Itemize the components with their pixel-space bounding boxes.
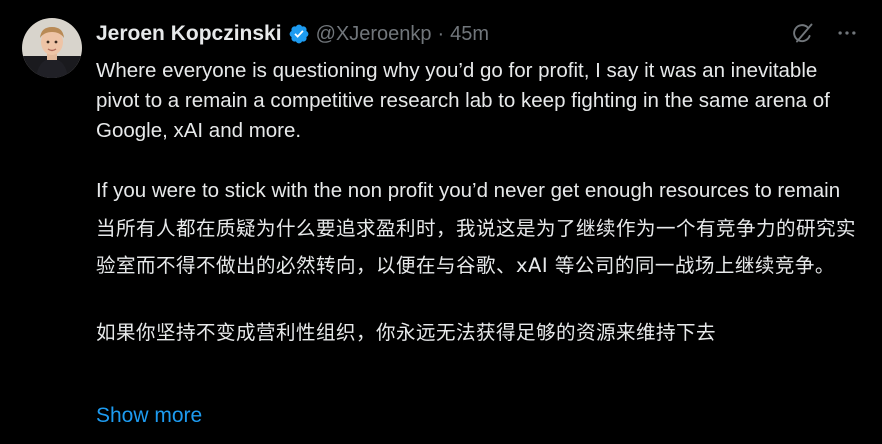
tweet-content: Jeroen Kopczinski @XJeroenkp · 45m Where… — [96, 18, 860, 351]
timestamp[interactable]: 45m — [450, 23, 489, 46]
translation-block: 当所有人都在质疑为什么要追求盈利时，我说这是为了继续作为一个有竞争力的研究实验室… — [96, 210, 860, 351]
show-more-link[interactable]: Show more — [96, 404, 202, 428]
tweet-actions — [790, 20, 860, 46]
tweet-header: Jeroen Kopczinski @XJeroenkp · 45m — [96, 18, 860, 50]
tweet-paragraph: If you were to stick with the non profit… — [96, 179, 841, 202]
tweet-paragraph: Where everyone is questioning why you’d … — [96, 59, 830, 142]
more-icon[interactable] — [834, 20, 860, 46]
avatar-photo — [22, 18, 82, 78]
tweet[interactable]: Jeroen Kopczinski @XJeroenkp · 45m Where… — [0, 0, 882, 444]
verified-badge-icon[interactable] — [288, 23, 310, 45]
avatar[interactable] — [22, 18, 82, 78]
author-name[interactable]: Jeroen Kopczinski — [96, 22, 282, 46]
tweet-text: Where everyone is questioning why you’d … — [96, 56, 860, 351]
separator-dot: · — [437, 22, 445, 45]
author-handle[interactable]: @XJeroenkp — [316, 23, 432, 46]
grok-icon[interactable] — [790, 20, 816, 46]
translated-paragraph: 当所有人都在质疑为什么要追求盈利时，我说这是为了继续作为一个有竞争力的研究实验室… — [96, 217, 857, 277]
translated-paragraph: 如果你坚持不变成营利性组织，你永远无法获得足够的资源来维持下去 — [96, 321, 717, 344]
